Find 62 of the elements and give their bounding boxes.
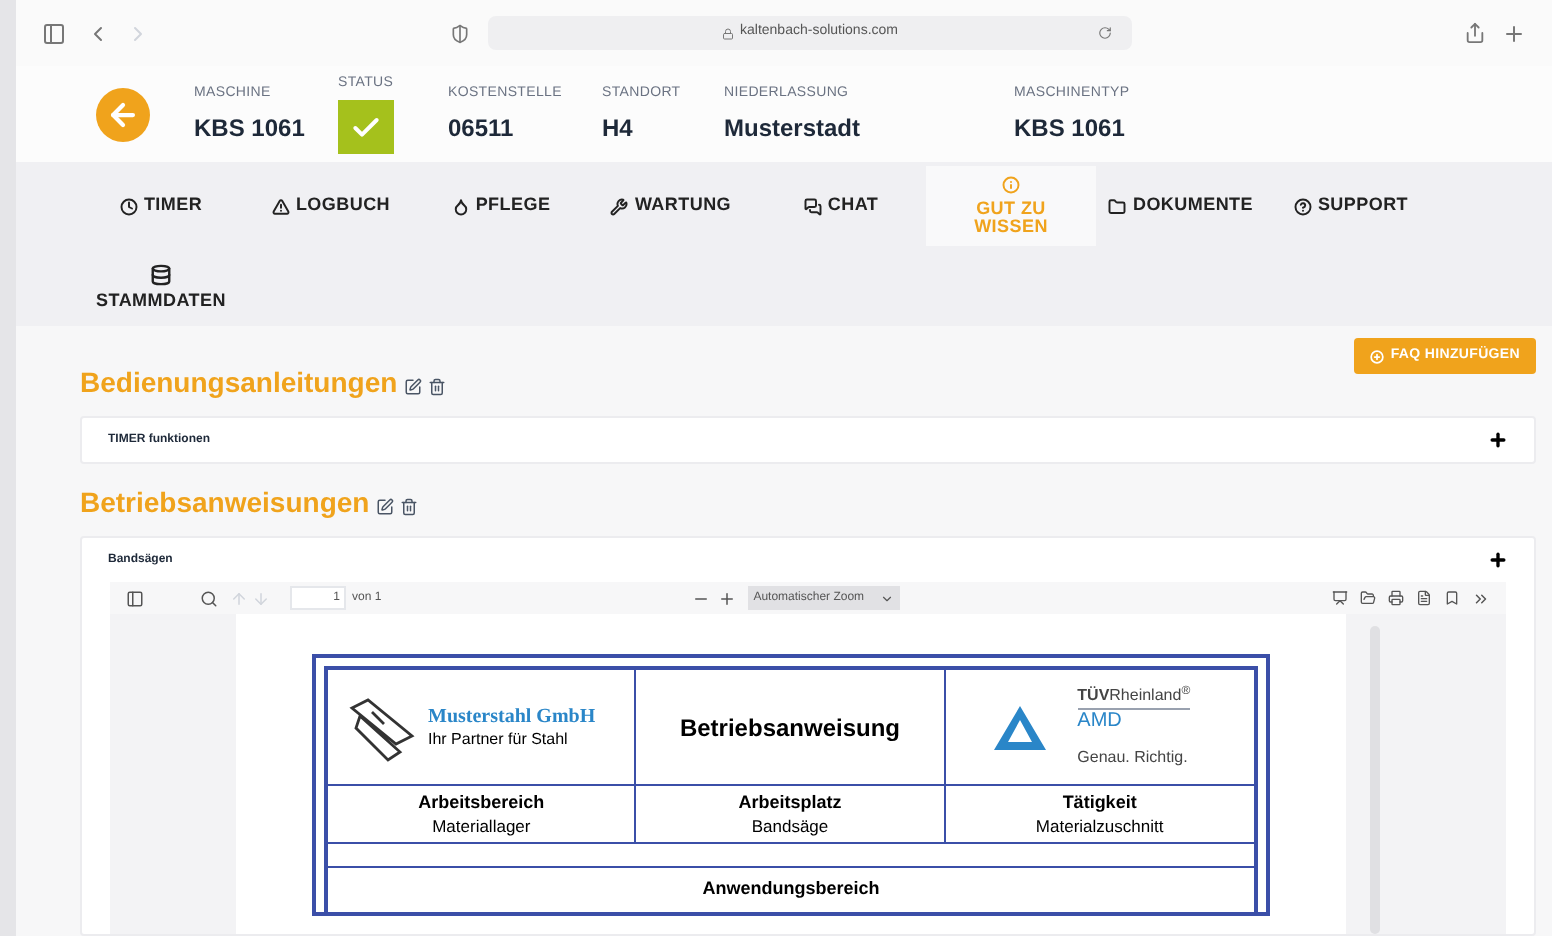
folder-icon[interactable] [1360,590,1376,606]
edit-icon[interactable] [403,377,422,395]
nav-tab[interactable]: TIMER [76,166,246,246]
zoom-in-icon[interactable] [717,589,736,607]
expand-icon[interactable] [1488,430,1508,450]
column-value: Materialzuschnitt [1035,814,1164,838]
section-title: Bedienungsanleitungen [80,364,398,402]
reload-icon[interactable] [1098,26,1112,41]
document-icon[interactable] [1416,590,1432,606]
nav-tab[interactable]: CHAT [756,166,926,246]
expand-icon[interactable] [1488,550,1508,570]
column-heading: Arbeitsplatz [738,790,842,814]
company-tagline: Ihr Partner für Stahl [428,727,570,749]
presentation-icon[interactable] [1332,590,1348,606]
trash-icon[interactable] [427,377,446,395]
column-heading: Tätigkeit [1062,790,1137,814]
sidebar-icon[interactable] [42,21,66,46]
field-value: H4 [602,111,635,146]
clock-icon [119,197,138,215]
arrow-left-icon [106,97,140,132]
sidebar-toggle-icon[interactable] [126,589,144,607]
more-tools-icon[interactable] [1472,589,1490,607]
field-value: KBS 1061 [1014,111,1127,146]
folder-icon [1108,197,1127,215]
database-icon [150,263,172,285]
certifier-slogan: Genau. Richtig. [1077,746,1190,770]
info-icon [1002,176,1020,194]
column-heading: Arbeitsbereich [418,790,545,814]
new-tab-icon[interactable] [1502,21,1526,46]
nav-tab[interactable]: STAMMDATEN [76,246,246,326]
nav-tab[interactable]: WARTUNG [586,166,756,246]
warning-icon [271,197,290,215]
section-heading: Anwendungsbereich [702,876,880,903]
wrench-icon [610,197,629,215]
lock-icon [722,27,734,40]
caret-icon [880,591,895,605]
shield-icon[interactable] [450,23,470,44]
document-title: Betriebsanweisung [679,711,900,745]
field-value: Musterstadt [724,111,863,146]
trash-icon[interactable] [399,497,418,515]
triangle-logo-icon [989,701,1050,753]
edit-icon[interactable] [375,497,394,515]
drop-icon [451,197,470,215]
print-icon[interactable] [1388,590,1404,606]
chat-icon [803,197,822,215]
field-value: KBS 1061 [194,111,307,146]
nav-tab[interactable]: DOKUMENTE [1096,166,1266,246]
bookmark-icon[interactable] [1444,590,1460,606]
plus-circle-icon [1370,349,1385,363]
field-value: 06511 [448,111,516,146]
certifier-unit: AMD [1077,710,1124,734]
certifier-name: TÜVRheinland$^{®}$ [1077,684,1191,710]
nav-tab[interactable]: LOGBUCH [246,166,416,246]
company-name: Musterstahl GmbH [428,705,596,727]
search-icon[interactable] [200,589,218,607]
question-icon [1293,197,1312,215]
column-value: Materiallager [432,814,531,838]
nav-tab[interactable]: SUPPORT [1266,166,1436,246]
nav-tab[interactable]: PFLEGE [416,166,586,246]
column-value: Bandsäge [751,814,829,838]
share-icon[interactable] [1464,22,1486,45]
section-title: Betriebsanweisungen [80,484,370,522]
